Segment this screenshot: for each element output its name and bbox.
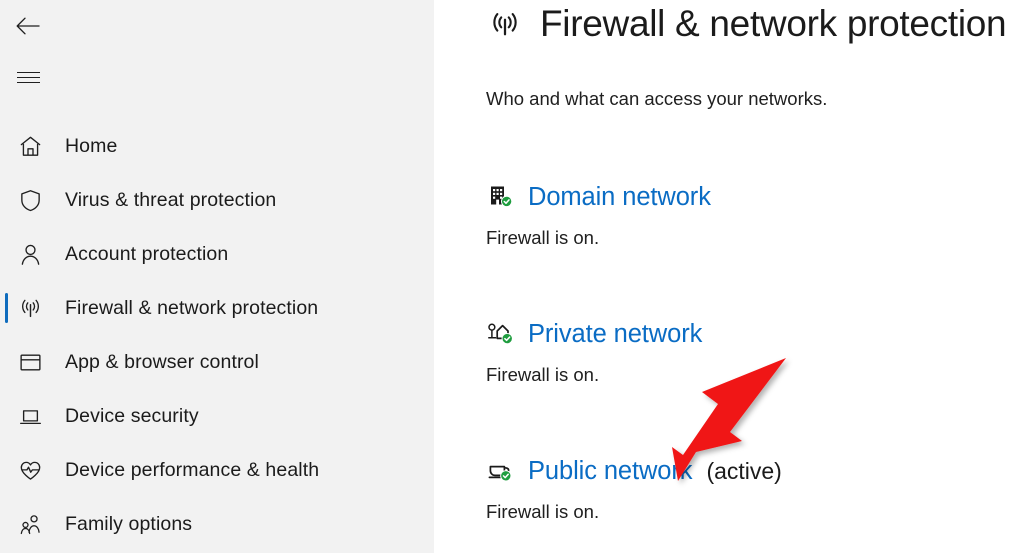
network-status-text: Firewall is on. (486, 501, 600, 522)
hamburger-menu-icon (16, 72, 40, 84)
network-status-text: Firewall is on. (486, 227, 600, 248)
network-header: Domain network (486, 180, 1024, 214)
page-header: Firewall & network protection (487, 3, 1007, 45)
sidebar-nav-list: Home Virus & threat protection Account p… (0, 119, 434, 551)
selection-accent-bar (5, 455, 8, 485)
heart-pulse-icon (15, 455, 45, 485)
network-link-domain[interactable]: Domain network (528, 183, 711, 212)
sidebar-item-family-options[interactable]: Family options (0, 497, 434, 551)
network-sections-list: Domain network Firewall is on. Private n… (486, 180, 1024, 553)
hamburger-menu-button[interactable] (6, 58, 50, 98)
page-title: Firewall & network protection (540, 3, 1007, 44)
network-section-domain: Domain network Firewall is on. (486, 180, 1024, 249)
page-subtitle: Who and what can access your networks. (486, 88, 828, 109)
network-active-label: (active) (706, 457, 782, 484)
selection-accent-bar (5, 131, 8, 161)
selection-accent-bar (5, 509, 8, 539)
sidebar-item-device-performance-health[interactable]: Device performance & health (0, 443, 434, 497)
network-header: Public network (active) (486, 454, 1024, 488)
sidebar-item-label: Family options (65, 512, 193, 535)
network-link-private[interactable]: Private network (528, 320, 702, 349)
selection-accent-bar (5, 401, 8, 431)
sidebar-item-label: Firewall & network protection (65, 296, 319, 319)
network-header: Private network (486, 317, 1024, 351)
network-status-text: Firewall is on. (486, 364, 600, 385)
wifi-broadcast-icon (15, 293, 45, 323)
selection-accent-bar (5, 347, 8, 377)
domain-building-icon (486, 182, 516, 212)
sidebar-item-home[interactable]: Home (0, 119, 434, 173)
navigation-sidebar: Home Virus & threat protection Account p… (0, 0, 434, 553)
sidebar-item-app-browser-control[interactable]: App & browser control (0, 335, 434, 389)
back-arrow-icon (16, 17, 40, 35)
sidebar-item-label: Virus & threat protection (65, 188, 277, 211)
sidebar-item-firewall-network-protection[interactable]: Firewall & network protection (0, 281, 434, 335)
network-link-public[interactable]: Public network (528, 457, 693, 486)
window-icon (15, 347, 45, 377)
sidebar-item-virus-threat-protection[interactable]: Virus & threat protection (0, 173, 434, 227)
main-content-pane: Firewall & network protection Who and wh… (434, 0, 1024, 553)
person-icon (15, 239, 45, 269)
sidebar-item-label: Device security (65, 404, 199, 427)
network-section-public: Public network (active) Firewall is on. (486, 454, 1024, 523)
people-family-icon (15, 509, 45, 539)
sidebar-item-label: App & browser control (65, 350, 259, 373)
shield-icon (15, 185, 45, 215)
sidebar-item-device-security[interactable]: Device security (0, 389, 434, 443)
wifi-broadcast-icon (487, 6, 523, 42)
sidebar-item-account-protection[interactable]: Account protection (0, 227, 434, 281)
private-home-icon (486, 319, 516, 349)
home-icon (15, 131, 45, 161)
public-bench-icon (486, 456, 516, 486)
sidebar-item-label: Home (65, 134, 118, 157)
network-section-private: Private network Firewall is on. (486, 317, 1024, 386)
laptop-icon (15, 401, 45, 431)
windows-security-window: Home Virus & threat protection Account p… (0, 0, 1024, 553)
sidebar-item-label: Account protection (65, 242, 229, 265)
selection-accent-bar (5, 185, 8, 215)
selection-accent-bar (5, 239, 8, 269)
sidebar-item-label: Device performance & health (65, 458, 320, 481)
back-button[interactable] (6, 6, 50, 46)
selection-accent-bar (5, 293, 8, 323)
